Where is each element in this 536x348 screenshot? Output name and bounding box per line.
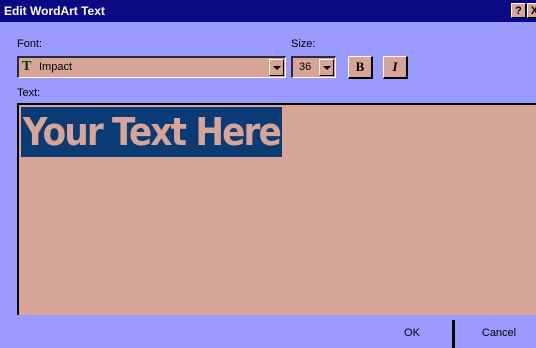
cancel-button[interactable]: Cancel — [462, 320, 536, 346]
ok-button[interactable]: OK — [375, 320, 449, 346]
size-dropdown-arrow-icon[interactable] — [319, 59, 334, 76]
size-label: Size: — [291, 38, 316, 50]
italic-button[interactable]: I — [383, 56, 408, 79]
window-title: Edit WordArt Text — [4, 4, 105, 18]
font-select[interactable]: T Impact — [17, 56, 286, 78]
title-bar: Edit WordArt Text ? X — [0, 0, 536, 22]
help-button[interactable]: ? — [511, 3, 526, 18]
bold-button[interactable]: B — [348, 56, 373, 79]
size-select-value: 36 — [299, 61, 312, 73]
close-button[interactable]: X — [527, 3, 536, 18]
font-dropdown-arrow-icon[interactable] — [269, 59, 284, 76]
text-label: Text: — [17, 87, 41, 99]
font-label: Font: — [17, 38, 43, 50]
text-editor[interactable]: Your Text Here — [17, 103, 536, 315]
font-select-value: Impact — [39, 61, 73, 73]
selected-text: Your Text Here — [21, 107, 282, 157]
truetype-font-icon: T — [22, 59, 32, 74]
size-select[interactable]: 36 — [291, 56, 336, 78]
